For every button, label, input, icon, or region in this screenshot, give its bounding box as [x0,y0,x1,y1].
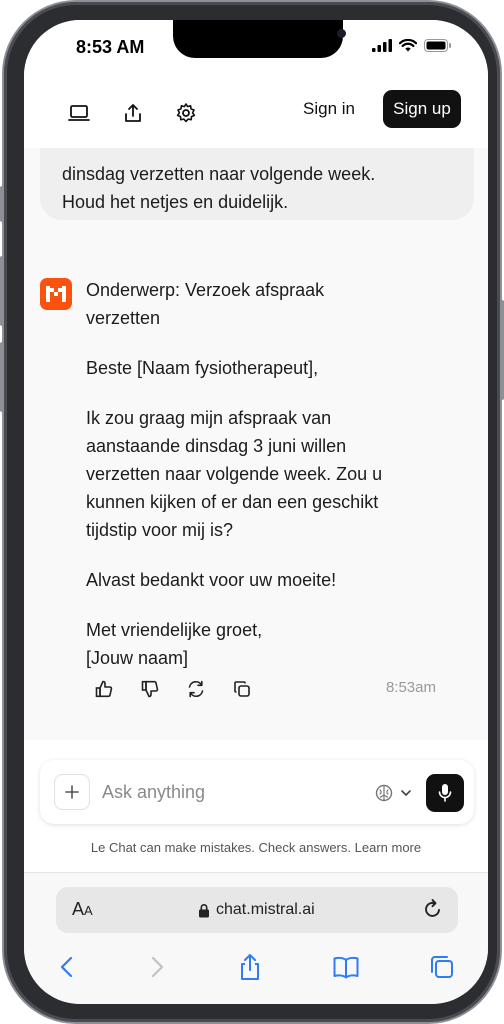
reply-line: verzetten [86,308,161,328]
reply-body: Ik zou graag mijn afspraak van aanstaand… [86,404,436,544]
status-bar: 8:53 AM [24,20,488,72]
sign-in-link[interactable]: Sign in [303,99,355,119]
reply-line: Met vriendelijke groet, [86,620,263,640]
message-timestamp: 8:53am [385,679,436,696]
aa-small: A [84,903,93,918]
voice-input-button[interactable] [426,774,464,812]
brain-icon [375,784,393,802]
url-display: chat.mistral.ai [198,901,315,919]
message-input[interactable] [102,778,332,806]
address-bar[interactable]: AA chat.mistral.ai [56,887,458,933]
chevron-down-icon [401,790,411,796]
reply-line: Onderwerp: Verzoek afspraak [86,280,325,300]
reply-line: tijdstip voor mij is? [86,520,234,540]
laptop-icon[interactable] [68,102,90,124]
plus-icon [65,785,79,799]
add-attachment-button[interactable] [54,774,90,810]
reply-greeting: Beste [Naam fysiotherapeut], [86,354,436,382]
disclaimer: Le Chat can make mistakes. Check answers… [24,840,488,855]
browser-toolbar: AA chat.mistral.ai [24,872,488,1004]
microphone-icon [438,784,452,802]
reply-line: Ik zou graag mijn afspraak van [86,408,332,428]
url-text: chat.mistral.ai [216,901,315,918]
learn-more-link[interactable]: Learn more [355,840,421,855]
reply-line: Beste [Naam fysiotherapeut], [86,358,319,378]
lock-icon [199,903,209,917]
phone-frame: 8:53 AM Sign in Sign up dinsdag verzette… [4,2,500,1022]
camera [337,29,346,38]
copy-icon[interactable] [232,679,252,699]
composer [40,760,474,824]
user-message-line: Houd het netjes en duidelijk. [62,192,289,212]
reply-line: kunnen kijken of er dan een geschikt [86,492,379,512]
assistant-message: Onderwerp: Verzoek afspraak verzetten Be… [86,276,436,694]
battery-icon [424,39,451,52]
reply-line: verzetten naar volgende week. Zou u [86,464,383,484]
reader-settings-button[interactable]: AA [72,899,93,920]
reply-line: aanstaande dinsdag 3 juni willen [86,436,347,456]
aa-large: A [72,899,85,919]
status-time: 8:53 AM [76,37,145,57]
reply-line: [Jouw naam] [86,648,189,668]
gear-icon[interactable] [175,102,197,124]
tabs-icon[interactable] [428,953,456,981]
app-header: Sign in Sign up [24,72,488,148]
reload-icon[interactable] [422,898,444,920]
reply-line: Alvast bedankt voor uw moeite! [86,570,337,590]
power-button [500,300,504,400]
back-icon[interactable] [54,953,82,981]
disclaimer-text: Le Chat can make mistakes. Check answers… [90,840,351,855]
thumbs-up-icon[interactable] [94,679,114,699]
sign-up-button[interactable]: Sign up [383,90,461,128]
user-message-line: dinsdag verzetten naar volgende week. [62,164,376,184]
chat-area: dinsdag verzetten naar volgende week. Ho… [24,148,488,740]
forward-icon[interactable] [142,953,170,981]
reply-thanks: Alvast bedankt voor uw moeite! [86,566,436,594]
status-icons [372,39,452,52]
model-selector[interactable] [374,781,420,805]
share-icon[interactable] [122,102,144,124]
reply-closing: Met vriendelijke groet, [Jouw naam] [86,616,436,672]
phone-screen: 8:53 AM Sign in Sign up dinsdag verzette… [24,20,488,1004]
wifi-icon [399,39,417,52]
share-sheet-icon[interactable] [236,953,264,981]
message-actions: 8:53am [86,676,436,702]
regenerate-icon[interactable] [186,679,206,699]
signal-icon [372,39,392,52]
bookmarks-icon[interactable] [332,953,360,981]
thumbs-down-icon[interactable] [140,679,160,699]
reply-subject: Onderwerp: Verzoek afspraak verzetten [86,276,436,332]
user-message-bubble: dinsdag verzetten naar volgende week. Ho… [40,148,474,220]
dynamic-island [173,20,346,58]
mistral-logo-icon [40,278,72,310]
